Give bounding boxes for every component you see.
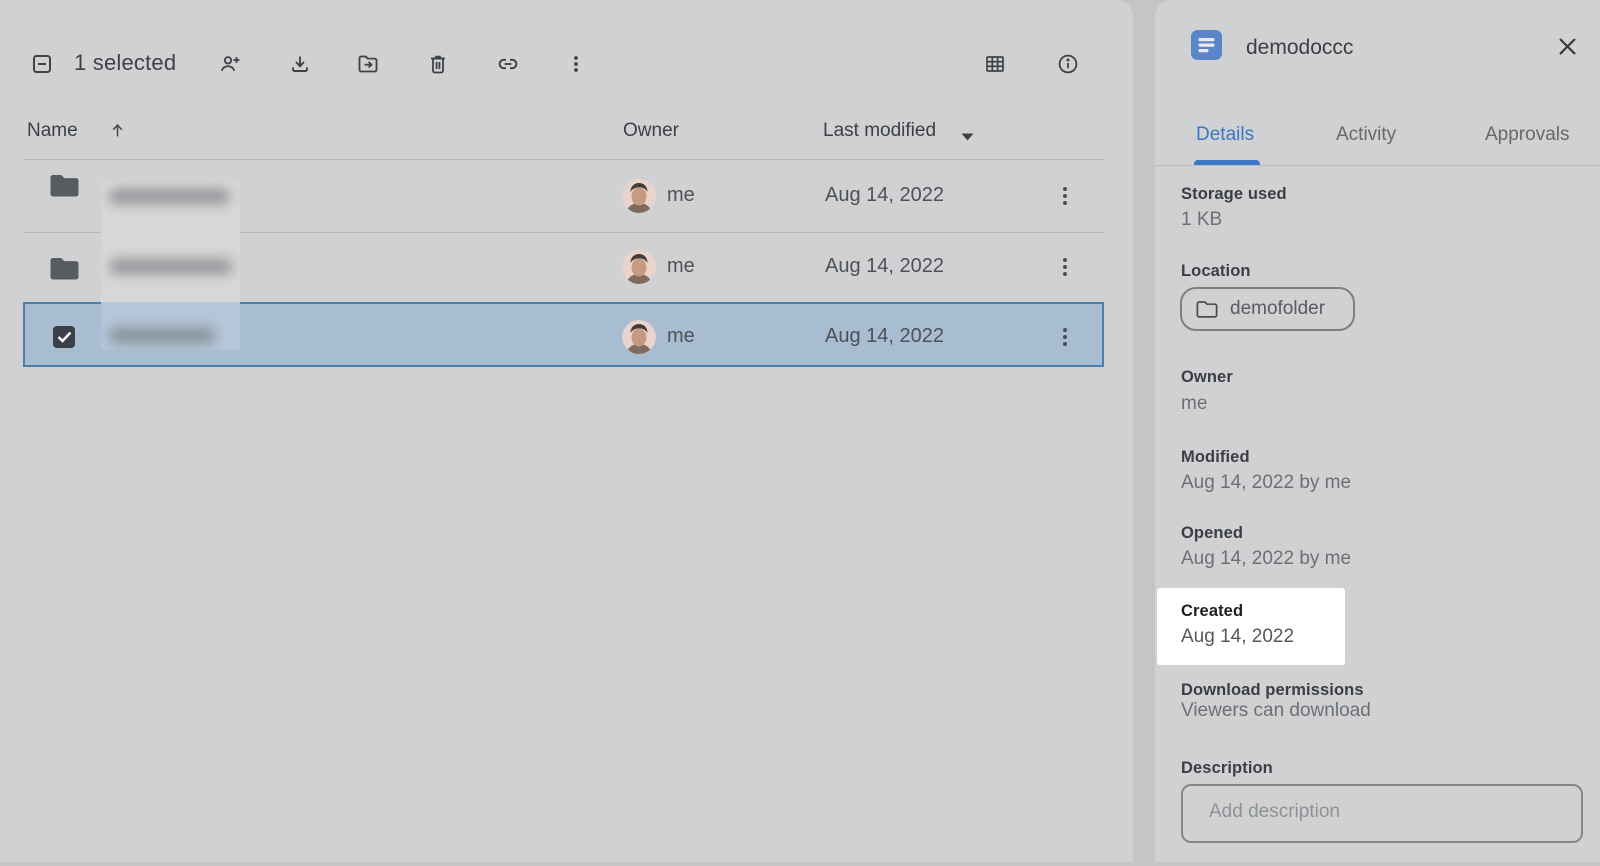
location-chip-label: demofolder	[1230, 298, 1325, 320]
google-docs-icon	[1191, 30, 1222, 60]
deselect-icon	[30, 52, 54, 76]
sort-direction-button[interactable]	[108, 121, 127, 145]
more-actions-button[interactable]	[564, 52, 588, 76]
tab-approvals[interactable]: Approvals	[1485, 124, 1570, 146]
field-label-description: Description	[1181, 759, 1273, 778]
owner-avatar	[622, 320, 656, 354]
column-header-name[interactable]: Name	[27, 120, 78, 142]
info-icon	[1056, 52, 1080, 76]
location-chip[interactable]: demofolder	[1180, 287, 1355, 331]
folder-outline-icon	[1196, 300, 1218, 319]
owner-cell: me	[667, 325, 695, 348]
deselect-button[interactable]	[30, 52, 54, 76]
redacted-name-row1	[109, 189, 230, 204]
move-to-folder-icon	[356, 52, 380, 76]
row-checkbox-checked[interactable]	[53, 326, 75, 348]
created-field-highlight: Created Aug 14, 2022	[1157, 588, 1345, 665]
link-icon	[496, 52, 520, 76]
close-panel-button[interactable]	[1553, 32, 1581, 60]
checkmark-icon	[57, 331, 72, 343]
tabs-divider	[1155, 165, 1600, 166]
field-value-owner: me	[1181, 393, 1207, 415]
redacted-name-row3	[109, 328, 215, 343]
panel-title: demodoccc	[1246, 36, 1353, 60]
download-button[interactable]	[288, 52, 312, 76]
owner-cell: me	[667, 184, 695, 207]
add-person-icon	[218, 52, 242, 76]
folder-icon	[49, 173, 79, 197]
field-label-download-permissions: Download permissions	[1181, 681, 1364, 700]
field-label-modified: Modified	[1181, 448, 1250, 467]
close-icon	[1557, 36, 1578, 57]
redacted-file-names	[101, 181, 240, 350]
field-value-created: Aug 14, 2022	[1181, 626, 1294, 648]
download-icon	[288, 52, 312, 76]
last-modified-cell: Aug 14, 2022	[825, 255, 944, 278]
info-button[interactable]	[1056, 52, 1080, 76]
field-label-created: Created	[1181, 602, 1243, 621]
description-input[interactable]	[1181, 784, 1583, 843]
tab-details[interactable]: Details	[1196, 124, 1254, 146]
grid-view-icon	[983, 52, 1007, 76]
move-button[interactable]	[356, 52, 380, 76]
field-value-modified: Aug 14, 2022 by me	[1181, 472, 1351, 494]
owner-cell: me	[667, 255, 695, 278]
field-value-storage: 1 KB	[1181, 209, 1222, 231]
column-header-last-modified[interactable]: Last modified	[823, 120, 936, 142]
row-more-button[interactable]	[1053, 255, 1077, 279]
caret-down-icon[interactable]	[961, 128, 974, 146]
field-value-download-permissions: Viewers can download	[1181, 700, 1371, 722]
delete-button[interactable]	[426, 52, 450, 76]
copy-link-button[interactable]	[496, 52, 520, 76]
folder-icon	[49, 256, 79, 280]
field-label-owner: Owner	[1181, 368, 1233, 387]
more-vert-icon	[564, 52, 588, 76]
last-modified-cell: Aug 14, 2022	[825, 325, 944, 348]
field-label-opened: Opened	[1181, 524, 1243, 543]
share-button[interactable]	[218, 52, 242, 76]
file-list-card: 1 selected Name Owner Last modified me	[0, 0, 1133, 862]
owner-avatar	[622, 250, 656, 284]
field-label-location: Location	[1181, 262, 1251, 281]
field-value-opened: Aug 14, 2022 by me	[1181, 548, 1351, 570]
tab-activity[interactable]: Activity	[1336, 124, 1396, 146]
row-more-button[interactable]	[1053, 184, 1077, 208]
column-header-owner: Owner	[623, 120, 679, 142]
arrow-up-icon	[108, 121, 127, 140]
redacted-name-row2	[109, 259, 233, 274]
grid-view-button[interactable]	[983, 52, 1007, 76]
details-panel: demodoccc Details Activity Approvals Sto…	[1155, 0, 1600, 862]
selection-count-label: 1 selected	[74, 50, 176, 76]
trash-icon	[426, 52, 450, 76]
owner-avatar	[622, 179, 656, 213]
last-modified-cell: Aug 14, 2022	[825, 184, 944, 207]
row-more-button[interactable]	[1053, 325, 1077, 349]
field-label-storage: Storage used	[1181, 185, 1287, 204]
